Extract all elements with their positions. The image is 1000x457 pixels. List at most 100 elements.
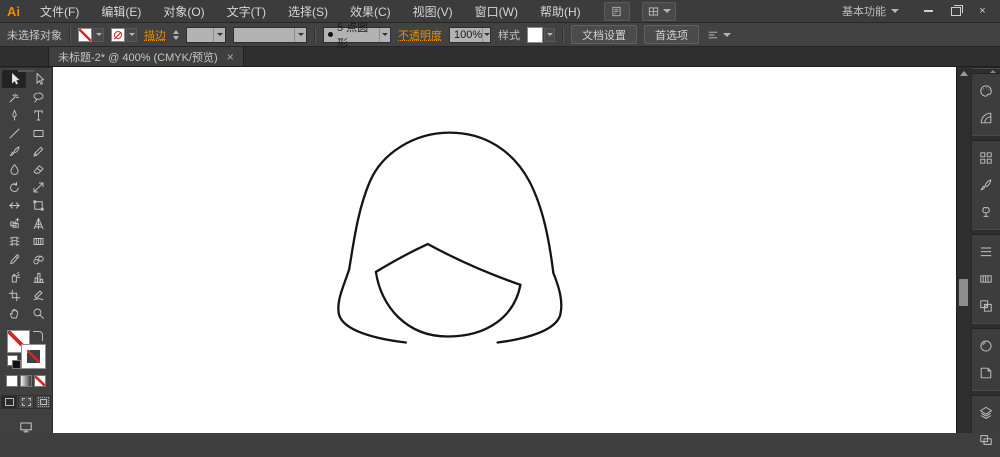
direct-selection-tool[interactable] [26,70,50,88]
screen-mode-button[interactable] [17,419,35,438]
stroke-weight-dropdown[interactable] [186,27,226,43]
gradient-tool[interactable] [26,232,50,250]
panel-group-grip[interactable] [972,135,1000,141]
selection-tool[interactable] [2,70,26,88]
perspective-grid-tool[interactable] [26,214,50,232]
shape-builder-tool[interactable] [2,214,26,232]
gradient-panel-button[interactable] [972,265,1000,292]
zoom-tool[interactable] [26,304,50,322]
swatches-panel-button[interactable] [972,144,1000,171]
chevron-down-icon[interactable] [126,28,137,42]
line-segment-tool[interactable] [2,124,26,142]
menu-item[interactable]: 窗口(W) [464,3,529,20]
menu-item[interactable]: 对象(O) [152,3,215,20]
menu-item[interactable]: 文件(F) [29,3,90,20]
minimize-button[interactable] [915,3,942,19]
chevron-down-icon[interactable] [482,28,490,42]
control-panel-menu[interactable] [706,28,731,42]
symbol-sprayer-tool[interactable] [2,268,26,286]
chevron-down-icon[interactable] [544,28,555,42]
stroke-panel-button[interactable] [972,238,1000,265]
brush-dropdown[interactable]: 5 点圆形 [323,27,391,43]
document-tab[interactable]: 未标题-2* @ 400% (CMYK/预览) × [48,47,244,66]
stroke-indicator-none[interactable] [22,345,45,368]
tools-panel-grip[interactable] [0,67,52,68]
arrange-documents-button[interactable] [642,2,676,21]
preferences-button[interactable]: 首选项 [644,25,699,44]
menu-item[interactable]: 选择(S) [277,3,339,20]
draw-inside-button[interactable] [35,395,51,409]
graphic-styles-panel-button[interactable] [972,359,1000,386]
app-logo[interactable]: Ai [0,4,29,19]
menu-item[interactable]: 视图(V) [402,3,464,20]
column-graph-tool[interactable] [26,268,50,286]
opacity-dropdown[interactable]: 100% [449,27,491,43]
type-tool[interactable] [26,106,50,124]
none-mode-button[interactable] [34,375,46,387]
pen-tool[interactable] [2,106,26,124]
pencil-tool[interactable] [26,142,50,160]
vertical-scrollbar[interactable] [956,67,971,433]
scrollbar-thumb[interactable] [959,279,968,306]
scroll-up-arrow-icon[interactable] [960,71,968,76]
width-tool[interactable] [2,196,26,214]
symbols-panel-button[interactable] [972,198,1000,225]
magic-wand-icon [7,90,22,105]
lasso-tool[interactable] [26,88,50,106]
restore-button[interactable] [942,3,969,19]
appearance-panel-button[interactable] [972,332,1000,359]
draw-normal-button[interactable] [1,395,17,409]
menu-item[interactable]: 编辑(E) [90,3,152,20]
rectangle-tool[interactable] [26,124,50,142]
style-picker[interactable] [527,27,555,43]
brushes-panel-button[interactable] [972,171,1000,198]
swap-fill-stroke-icon[interactable] [33,331,43,341]
width-profile-dropdown[interactable] [233,27,307,43]
draw-behind-button[interactable] [18,395,34,409]
layers-panel-button[interactable] [972,399,1000,426]
transparency-panel-button[interactable] [972,292,1000,319]
workspace-switcher[interactable]: 基本功能 [842,3,899,19]
chevron-down-icon[interactable] [213,28,225,42]
document-setup-button[interactable]: 文档设置 [571,25,637,44]
blend-tool[interactable] [26,250,50,268]
artboards-panel-button[interactable] [972,426,1000,453]
panel-group-grip[interactable] [972,323,1000,329]
color-mode-button[interactable] [6,375,18,387]
color-panel-button[interactable] [972,77,1000,104]
eraser-tool[interactable] [26,160,50,178]
hand-tool[interactable] [2,304,26,322]
panel-group-grip[interactable] [972,390,1000,396]
free-transform-tool[interactable] [26,196,50,214]
magic-wand-tool[interactable] [2,88,26,106]
mesh-tool[interactable] [2,232,26,250]
tab-close-icon[interactable]: × [227,51,234,63]
close-button[interactable]: × [969,3,996,19]
default-fill-stroke-icon[interactable] [7,355,18,366]
eyedropper-tool[interactable] [2,250,26,268]
paintbrush-tool[interactable] [2,142,26,160]
chevron-down-icon[interactable] [379,28,390,42]
slice-tool[interactable] [26,286,50,304]
artboard-tool[interactable] [2,286,26,304]
chevron-down-icon[interactable] [294,28,306,42]
fill-color-picker[interactable] [78,28,104,42]
chevron-down-icon[interactable] [93,28,104,42]
blob-brush-tool[interactable] [2,160,26,178]
canvas[interactable] [53,67,956,433]
stroke-panel-link[interactable]: 描边 [144,27,166,43]
dock-expand-header[interactable] [972,67,1000,68]
menu-item[interactable]: 文字(T) [216,3,277,20]
gradient-mode-button[interactable] [20,375,32,387]
rotate-tool[interactable] [2,178,26,196]
color-guide-panel-button[interactable] [972,104,1000,131]
scale-tool[interactable] [26,178,50,196]
opacity-panel-link[interactable]: 不透明度 [398,27,442,43]
stroke-color-picker[interactable] [111,28,137,42]
stroke-weight-stepper[interactable] [173,30,179,40]
panel-group-grip[interactable] [972,229,1000,235]
bridge-button[interactable] [604,2,630,21]
menu-item[interactable]: 帮助(H) [529,3,592,20]
fill-stroke-indicator[interactable] [7,330,45,368]
menu-item[interactable]: 效果(C) [339,3,402,20]
